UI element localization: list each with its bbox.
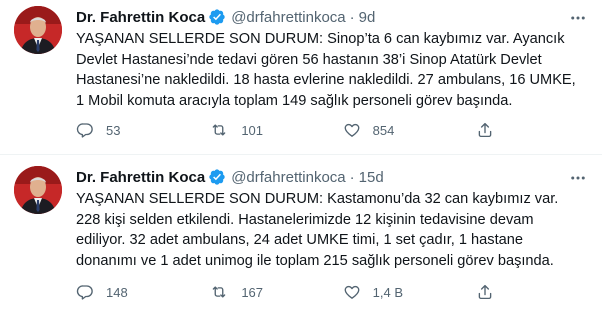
share-button[interactable] (476, 283, 506, 301)
reply-count: 53 (106, 122, 121, 138)
reply-button[interactable]: 53 (76, 121, 156, 139)
like-count: 1,4 B (372, 284, 404, 300)
tweet-header: Dr. Fahrettin Koca @drfahrettinkoca · 15… (76, 167, 384, 187)
reply-icon (76, 285, 93, 300)
tweet-text: YAŞANAN SELLERDE SON DURUM: Kastamonu’da… (76, 189, 592, 271)
share-icon (478, 284, 492, 300)
avatar[interactable] (14, 6, 62, 54)
author-name[interactable]: Dr. Fahrettin Koca (76, 9, 205, 26)
tweet-text-line: YAŞANAN SELLERDE SON DURUM: Sinop’ta 6 c… (76, 31, 565, 47)
tweet-text-line: Devlet Hastanesi’nde tedavi gören 56 has… (76, 51, 542, 68)
tweet-text-line: Hastanesi’ne nakledildi. 18 hasta evleri… (76, 72, 576, 88)
like-heart-icon (344, 285, 360, 299)
reply-button[interactable]: 148 (76, 283, 156, 301)
share-button[interactable] (476, 121, 506, 139)
more-horizontal-icon[interactable] (568, 168, 588, 188)
tweet-timestamp[interactable]: 9d (359, 9, 376, 26)
verified-badge-icon (208, 168, 226, 186)
separator-dot: · (349, 8, 355, 26)
like-count: 854 (372, 122, 395, 138)
like-button[interactable]: 1,4 B (343, 283, 423, 301)
tweet-timestamp[interactable]: 15d (359, 169, 384, 186)
more-horizontal-icon[interactable] (568, 8, 588, 28)
avatar[interactable] (14, 166, 62, 214)
tweet-actions: 148 167 1,4 B (76, 282, 506, 302)
tweet[interactable]: Dr. Fahrettin Koca @drfahrettinkoca · 9d… (0, 0, 602, 155)
author-handle[interactable]: @drfahrettinkoca (231, 169, 345, 186)
tweet-text-line: YAŞANAN SELLERDE SON DURUM: Kastamonu’da… (76, 191, 559, 207)
like-heart-icon (344, 123, 360, 137)
retweet-icon (213, 286, 226, 298)
author-handle[interactable]: @drfahrettinkoca (231, 9, 345, 26)
verified-badge-icon (208, 8, 226, 26)
tweet-feed: Dr. Fahrettin Koca @drfahrettinkoca · 9d… (0, 0, 610, 313)
like-button[interactable]: 854 (343, 121, 423, 139)
tweet-header: Dr. Fahrettin Koca @drfahrettinkoca · 9d (76, 7, 375, 27)
tweet-text-line: donanımı ve 1 adet unimog ile toplam 215… (76, 252, 554, 269)
tweet-text-line: 228 kişi selden etkilendi. Hastanelerimi… (76, 211, 534, 228)
retweet-icon (213, 124, 226, 136)
tweet[interactable]: Dr. Fahrettin Koca @drfahrettinkoca · 15… (0, 157, 602, 313)
retweet-count: 167 (241, 284, 264, 300)
retweet-count: 101 (241, 122, 264, 138)
tweet-actions: 53 101 854 (76, 120, 506, 140)
author-name[interactable]: Dr. Fahrettin Koca (76, 169, 205, 186)
tweet-text-line: ediliyor. 32 adet ambulans, 24 adet UMKE… (76, 232, 523, 248)
share-icon (478, 122, 492, 138)
reply-count: 148 (106, 284, 128, 300)
separator-dot: · (349, 168, 355, 186)
tweet-text: YAŞANAN SELLERDE SON DURUM: Sinop’ta 6 c… (76, 29, 592, 111)
tweet-text-line: 1 Mobil komuta aracıyla toplam 149 sağlı… (76, 92, 513, 109)
reply-icon (76, 123, 93, 138)
retweet-button[interactable]: 167 (209, 283, 289, 301)
retweet-button[interactable]: 101 (209, 121, 289, 139)
